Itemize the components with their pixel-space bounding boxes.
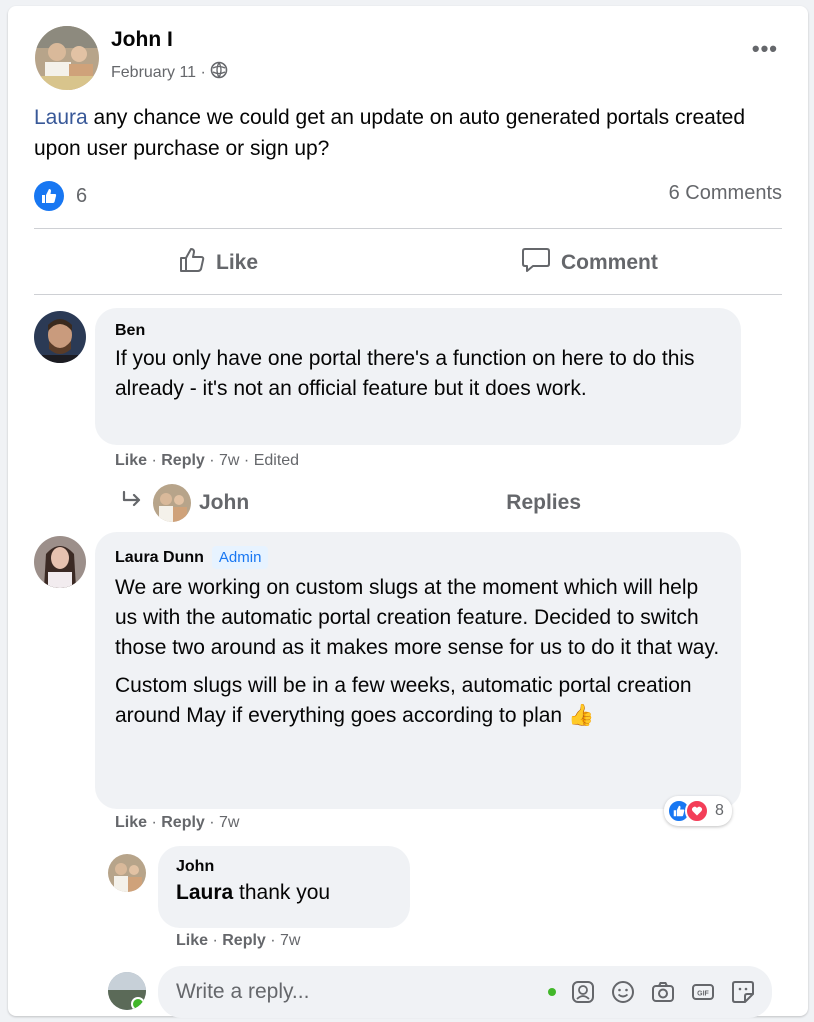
- comment-paragraph: We are working on custom slugs at the mo…: [115, 576, 720, 659]
- post-text: Laura any chance we could get an update …: [34, 102, 784, 164]
- commenter-avatar[interactable]: [34, 311, 86, 363]
- comment-meta: · 7w · Edited: [204, 452, 300, 469]
- comment-reply-button[interactable]: Reply: [161, 452, 205, 469]
- comment-text: We are working on custom slugs at the mo…: [115, 573, 721, 731]
- separator: ·: [147, 814, 162, 831]
- comment-author-row: Laura Dunn Admin: [115, 546, 721, 569]
- divider: [34, 294, 782, 295]
- reply-author-avatar: [153, 484, 191, 522]
- commenter-avatar[interactable]: [34, 536, 86, 588]
- reply-toolbar: GIF: [548, 979, 756, 1005]
- comment-paragraph: Custom slugs will be in a few weeks, aut…: [115, 671, 721, 731]
- reply-author-name: John: [199, 491, 250, 514]
- avatar-sticker-icon[interactable]: [570, 979, 596, 1005]
- reaction-summary[interactable]: 6: [34, 181, 87, 211]
- comment-reply-button[interactable]: Reply: [222, 932, 266, 949]
- comment-button-label: Comment: [561, 251, 658, 274]
- comment-actions: Like · Reply · 7w: [176, 932, 300, 950]
- post-mention-link[interactable]: Laura: [34, 106, 88, 129]
- comment-actions: Like · Reply · 7w · Edited: [115, 452, 299, 470]
- reply-input[interactable]: Write a reply... GIF: [158, 966, 772, 1018]
- current-user-avatar[interactable]: [108, 972, 146, 1010]
- admin-badge: Admin: [211, 546, 269, 569]
- reply-arrow-icon: [121, 490, 145, 516]
- post-author-avatar[interactable]: [35, 26, 99, 90]
- like-button[interactable]: Like: [178, 246, 258, 280]
- comment-reactions[interactable]: 8: [664, 796, 732, 826]
- reaction-icons: [667, 799, 709, 823]
- like-button-label: Like: [216, 251, 259, 274]
- thumbs-up-icon: [178, 246, 206, 280]
- comment-meta: · 7w: [265, 932, 301, 949]
- comment-text: Laura thank you: [176, 878, 392, 908]
- globe-icon: [210, 61, 228, 84]
- thumbs-up-emoji: 👍: [567, 704, 595, 727]
- comment-meta: · 7w: [204, 814, 240, 831]
- comment-paragraph-text: Custom slugs will be in a few weeks, aut…: [115, 674, 692, 727]
- view-replies-link[interactable]: John Replies: [121, 484, 581, 522]
- comment-text-body: thank you: [233, 881, 331, 904]
- comment-bubble: Ben If you only have one portal there's …: [95, 308, 741, 445]
- comment-bubble: Laura Dunn Admin We are working on custo…: [95, 532, 741, 809]
- separator: ·: [208, 932, 223, 949]
- separator: ·: [147, 452, 162, 469]
- sticker-icon[interactable]: [730, 979, 756, 1005]
- online-status-dot: [548, 988, 556, 996]
- comment-author[interactable]: Laura Dunn: [115, 549, 204, 567]
- comment-author[interactable]: Ben: [115, 322, 721, 340]
- reply-placeholder: Write a reply...: [176, 980, 310, 1003]
- replies-label: Replies: [506, 491, 581, 514]
- comments-count-link[interactable]: 6 Comments: [669, 182, 782, 205]
- comment-author[interactable]: John: [176, 858, 392, 876]
- comment-actions: Like · Reply · 7w: [115, 814, 239, 832]
- like-count: 6: [76, 184, 88, 207]
- post-card: John I February 11 · ••• Laura any chanc…: [8, 6, 808, 1018]
- comment-button[interactable]: Comment: [521, 246, 658, 280]
- comment-like-button[interactable]: Like: [176, 932, 208, 949]
- comment-bubble: John Laura thank you: [158, 846, 410, 928]
- more-options-button[interactable]: •••: [752, 38, 778, 60]
- svg-text:GIF: GIF: [697, 991, 709, 998]
- commenter-avatar[interactable]: [108, 854, 146, 892]
- like-reaction-icon: [34, 181, 64, 211]
- post-meta: February 11 ·: [111, 61, 228, 84]
- divider: [34, 228, 782, 229]
- comment-like-button[interactable]: Like: [115, 814, 147, 831]
- comment-text: If you only have one portal there's a fu…: [115, 347, 695, 400]
- reaction-count: 8: [715, 802, 724, 819]
- comment-reply-button[interactable]: Reply: [161, 814, 205, 831]
- gif-icon[interactable]: GIF: [690, 979, 716, 1005]
- camera-icon[interactable]: [650, 979, 676, 1005]
- love-reaction-icon: [685, 799, 709, 823]
- post-date[interactable]: February 11 ·: [111, 64, 206, 82]
- comment-like-button[interactable]: Like: [115, 452, 147, 469]
- post-body: any chance we could get an update on aut…: [34, 106, 746, 160]
- comment-icon: [521, 246, 551, 280]
- emoji-icon[interactable]: [610, 979, 636, 1005]
- comment-mention-link[interactable]: Laura: [176, 881, 233, 904]
- post-author-name[interactable]: John I: [111, 28, 173, 52]
